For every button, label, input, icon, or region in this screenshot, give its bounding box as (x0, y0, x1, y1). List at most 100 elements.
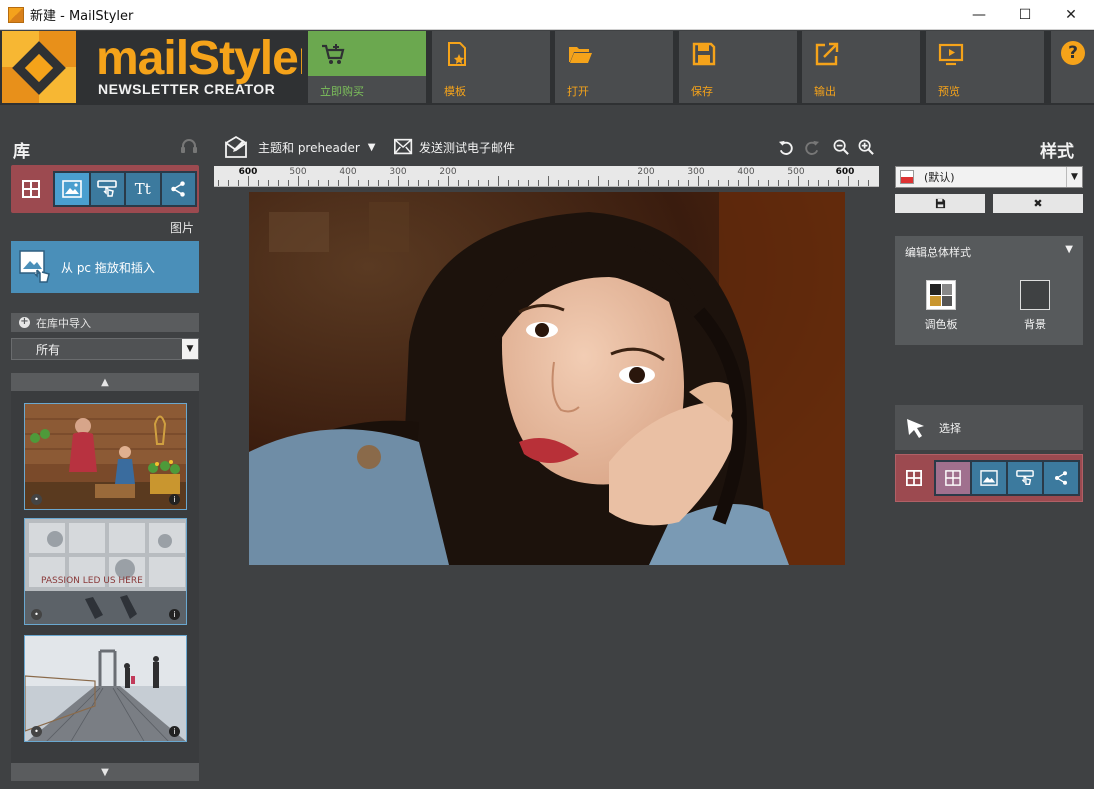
ruler-tick (428, 180, 429, 186)
info-icon[interactable]: i (169, 609, 180, 620)
ruler-tick (218, 180, 219, 186)
background-label: 背景 (1024, 318, 1046, 331)
zoom-in-icon (858, 139, 874, 155)
window-controls: — ☐ ✕ (956, 0, 1094, 30)
redo-icon (805, 140, 820, 155)
ruler-tick (308, 180, 309, 186)
preview-icon (938, 43, 964, 66)
palette-label: 调色板 (924, 318, 958, 331)
undo-button[interactable] (778, 130, 795, 164)
element-tab-group (934, 460, 1080, 496)
global-style-header[interactable]: 编辑总体样式 (905, 244, 971, 260)
ruler-tick (458, 180, 459, 186)
app-icon (8, 6, 24, 23)
import-library-button[interactable]: + 在库中导入 (11, 313, 199, 332)
ruler-tick (638, 180, 639, 186)
help-icon: ? (1061, 41, 1085, 65)
library-tabs: Tt (11, 165, 199, 213)
global-style-panel: 编辑总体样式 ▼ 调色板 背景 (895, 236, 1083, 345)
scroll-down-button[interactable]: ▼ (11, 763, 199, 781)
ruler-tick (618, 180, 619, 186)
thumbnail-tiles[interactable]: PASSION LED US HERE • i (24, 518, 187, 625)
library-tab-group: Tt (53, 171, 197, 207)
layout-grid-icon[interactable] (896, 455, 932, 501)
bridge-image (25, 636, 186, 741)
info-icon[interactable]: i (169, 726, 180, 737)
buy-button[interactable]: 立即购买 (308, 31, 426, 103)
library-panel: 库 Tt 图片 从 pc 拖放和插入 + 在库中导入 所有 ▼ ▲ • i PA… (0, 105, 214, 789)
library-filter-select[interactable]: 所有 ▼ (11, 338, 199, 360)
tab-button-style[interactable] (1008, 462, 1042, 494)
ruler-tick (808, 180, 809, 186)
background-button[interactable]: 背景 (1005, 280, 1065, 332)
chevron-down-icon: ▼ (1066, 167, 1082, 187)
save-button[interactable]: 保存 (679, 31, 797, 103)
chevron-down-icon: ▼ (367, 141, 376, 153)
tab-social-style[interactable] (1044, 462, 1078, 494)
cart-icon (322, 44, 345, 64)
preview-button[interactable]: 预览 (926, 31, 1044, 103)
ruler: 600 500 400 300 200 200 300 400 500 600 (214, 166, 879, 187)
ruler-label: 400 (737, 167, 755, 177)
logo-title: mailStyler (96, 32, 302, 85)
gardening-image (25, 404, 186, 509)
layout-grid-icon[interactable] (11, 165, 51, 213)
main-toolbar: mailStyler NEWSLETTER CREATOR 立即购买 模板 打开 (0, 31, 1094, 105)
tab-image-style[interactable] (972, 462, 1006, 494)
chevron-down-icon[interactable]: ▼ (1065, 244, 1073, 255)
zoom-in-button[interactable] (858, 130, 875, 164)
tab-social[interactable] (161, 173, 195, 205)
ruler-tick (818, 180, 819, 186)
delete-style-button[interactable]: ✖ (993, 194, 1083, 213)
maximize-button[interactable]: ☐ (1002, 0, 1048, 30)
mail-icon (394, 138, 413, 155)
email-photo[interactable] (249, 192, 845, 565)
background-swatch-icon (1020, 280, 1050, 310)
ruler-label: 300 (687, 167, 705, 177)
help-button[interactable]: ? (1051, 31, 1094, 103)
scroll-up-button[interactable]: ▲ (11, 373, 199, 391)
export-icon (815, 42, 839, 66)
save-style-button[interactable] (895, 194, 985, 213)
text-icon: Tt (134, 180, 151, 198)
subject-preheader-button[interactable]: 主题和 preheader ▼ (224, 130, 375, 164)
thumbnail-bridge[interactable]: • i (24, 635, 187, 742)
envelope-edit-icon (225, 135, 247, 158)
drop-insert-label: 从 pc 拖放和插入 (61, 260, 155, 275)
tab-images[interactable] (55, 173, 89, 205)
tab-layout[interactable] (936, 462, 970, 494)
tab-buttons[interactable] (90, 173, 124, 205)
style-select[interactable]: (默认) ▼ (895, 166, 1083, 188)
ruler-tick (748, 176, 749, 186)
info-icon[interactable]: i (169, 494, 180, 505)
select-tool-button[interactable]: 选择 (895, 405, 1083, 450)
templates-button[interactable]: 模板 (432, 31, 550, 103)
export-button[interactable]: 输出 (802, 31, 920, 103)
open-button[interactable]: 打开 (555, 31, 673, 103)
ruler-tick (598, 176, 599, 186)
ruler-tick (448, 176, 449, 186)
columns-icon (945, 470, 961, 486)
button-icon (1016, 470, 1034, 485)
headset-icon[interactable] (180, 138, 198, 154)
image-icon (980, 470, 998, 486)
undo-icon (778, 140, 793, 155)
minimize-button[interactable]: — (956, 0, 1002, 30)
zoom-out-button[interactable] (833, 130, 850, 164)
tab-text[interactable]: Tt (126, 173, 160, 205)
send-test-label: 发送测试电子邮件 (419, 140, 516, 155)
ruler-tick (558, 180, 559, 186)
ruler-tick (718, 180, 719, 186)
ruler-tick (438, 180, 439, 186)
share-icon (1055, 471, 1067, 485)
save-label: 保存 (691, 85, 713, 98)
drop-insert-button[interactable]: 从 pc 拖放和插入 (11, 241, 199, 293)
send-test-email-button[interactable]: 发送测试电子邮件 (392, 130, 515, 164)
plus-icon: + (19, 316, 30, 328)
styles-title: 样式 (1040, 142, 1074, 162)
palette-button[interactable]: 调色板 (911, 280, 971, 332)
redo-button[interactable] (803, 130, 820, 164)
close-button[interactable]: ✕ (1048, 0, 1094, 30)
thumbnail-gardening[interactable]: • i (24, 403, 187, 510)
select-label: 选择 (939, 421, 961, 435)
